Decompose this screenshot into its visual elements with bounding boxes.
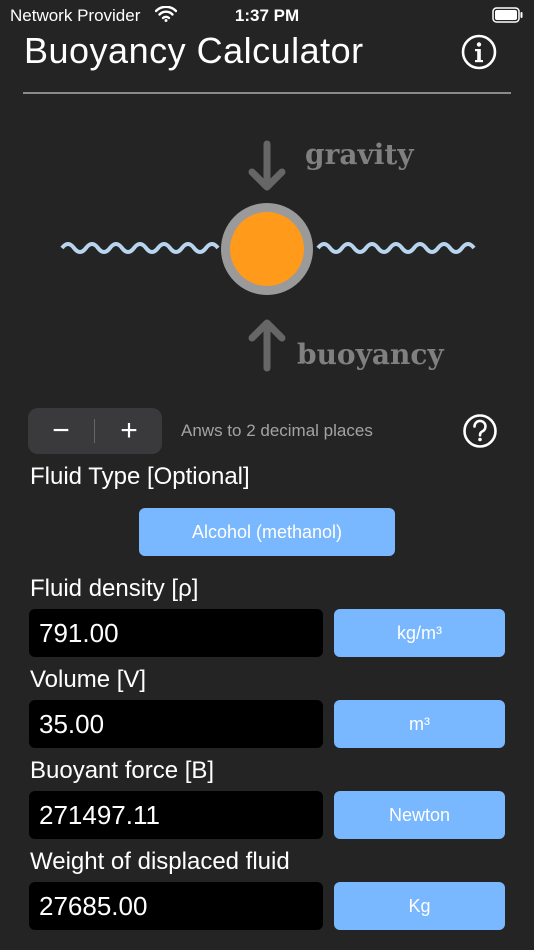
gravity-label: gravity [305, 138, 414, 171]
volume-input[interactable]: 35.00 [29, 700, 323, 748]
density-unit-button[interactable]: kg/m³ [334, 609, 505, 657]
fluid-density-label: Fluid density [ρ] [30, 575, 199, 602]
page-title: Buoyancy Calculator [24, 30, 364, 71]
ball-icon [230, 212, 304, 286]
displaced-weight-label: Weight of displaced fluid [30, 848, 290, 875]
info-icon[interactable] [460, 33, 498, 71]
buoyancy-label: buoyancy [297, 338, 444, 371]
volume-label: Volume [V] [30, 666, 147, 693]
weight-unit-button[interactable]: Kg [334, 882, 505, 930]
fluid-type-button[interactable]: Alcohol (methanol) [139, 508, 395, 556]
arrow-down-icon [248, 140, 286, 191]
volume-unit-button[interactable]: m³ [334, 700, 505, 748]
decrement-button[interactable]: − [28, 408, 94, 454]
stepper-divider [94, 419, 95, 443]
increment-button[interactable]: + [96, 408, 162, 454]
fluid-density-input[interactable]: 791.00 [29, 609, 323, 657]
clock: 1:37 PM [234, 6, 300, 25]
buoyant-force-label: Buoyant force [B] [30, 757, 215, 784]
decimal-hint: Anws to 2 decimal places [181, 421, 373, 440]
buoyancy-diagram: gravity buoyancy [60, 138, 476, 372]
fluid-type-label: Fluid Type [Optional] [30, 463, 250, 490]
buoyant-force-input[interactable]: 271497.11 [29, 791, 323, 839]
help-icon[interactable] [462, 413, 498, 449]
battery-icon [492, 7, 523, 23]
status-bar: Network Provider 1:37 PM [0, 0, 534, 30]
force-unit-button[interactable]: Newton [334, 791, 505, 839]
displaced-weight-input[interactable]: 27685.00 [29, 882, 323, 930]
arrow-up-icon [248, 319, 286, 372]
header-divider [23, 92, 511, 94]
decimal-stepper[interactable]: − + [28, 408, 162, 454]
